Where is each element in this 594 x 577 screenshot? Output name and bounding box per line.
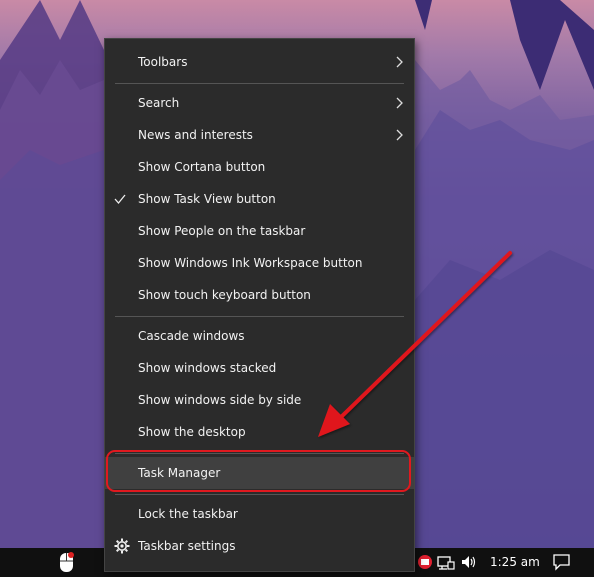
- menu-separator: [115, 494, 404, 495]
- menu-item-show-people[interactable]: Show People on the taskbar: [105, 215, 414, 247]
- menu-item-show-the-desktop[interactable]: Show the desktop: [105, 416, 414, 448]
- clock-time[interactable]: 1:25 am: [490, 555, 540, 569]
- checkmark-icon: [114, 194, 126, 205]
- gear-icon: [114, 538, 130, 554]
- menu-item-show-ink-workspace[interactable]: Show Windows Ink Workspace button: [105, 247, 414, 279]
- menu-item-show-cortana-button[interactable]: Show Cortana button: [105, 151, 414, 183]
- menu-item-show-task-view-button[interactable]: Show Task View button: [105, 183, 414, 215]
- network-icon[interactable]: [437, 554, 455, 570]
- menu-item-show-windows-stacked[interactable]: Show windows stacked: [105, 352, 414, 384]
- menu-item-show-windows-side-by-side[interactable]: Show windows side by side: [105, 384, 414, 416]
- menu-item-news-and-interests[interactable]: News and interests: [105, 119, 414, 151]
- menu-item-search[interactable]: Search: [105, 87, 414, 119]
- action-center-icon[interactable]: [552, 553, 572, 571]
- menu-separator: [115, 316, 404, 317]
- annotation-highlight-box: [106, 450, 411, 492]
- notification-badge-icon[interactable]: [417, 554, 433, 570]
- menu-item-cascade-windows[interactable]: Cascade windows: [105, 320, 414, 352]
- chevron-right-icon: [396, 56, 403, 68]
- chevron-right-icon: [396, 97, 403, 109]
- mouse-icon[interactable]: [56, 551, 78, 575]
- volume-icon[interactable]: [460, 554, 478, 570]
- menu-item-show-touch-keyboard[interactable]: Show touch keyboard button: [105, 279, 414, 311]
- chevron-right-icon: [396, 129, 403, 141]
- menu-item-lock-the-taskbar[interactable]: Lock the taskbar: [105, 498, 414, 530]
- menu-item-taskbar-settings[interactable]: Taskbar settings: [105, 530, 414, 562]
- menu-item-toolbars[interactable]: Toolbars: [105, 46, 414, 78]
- menu-separator: [115, 83, 404, 84]
